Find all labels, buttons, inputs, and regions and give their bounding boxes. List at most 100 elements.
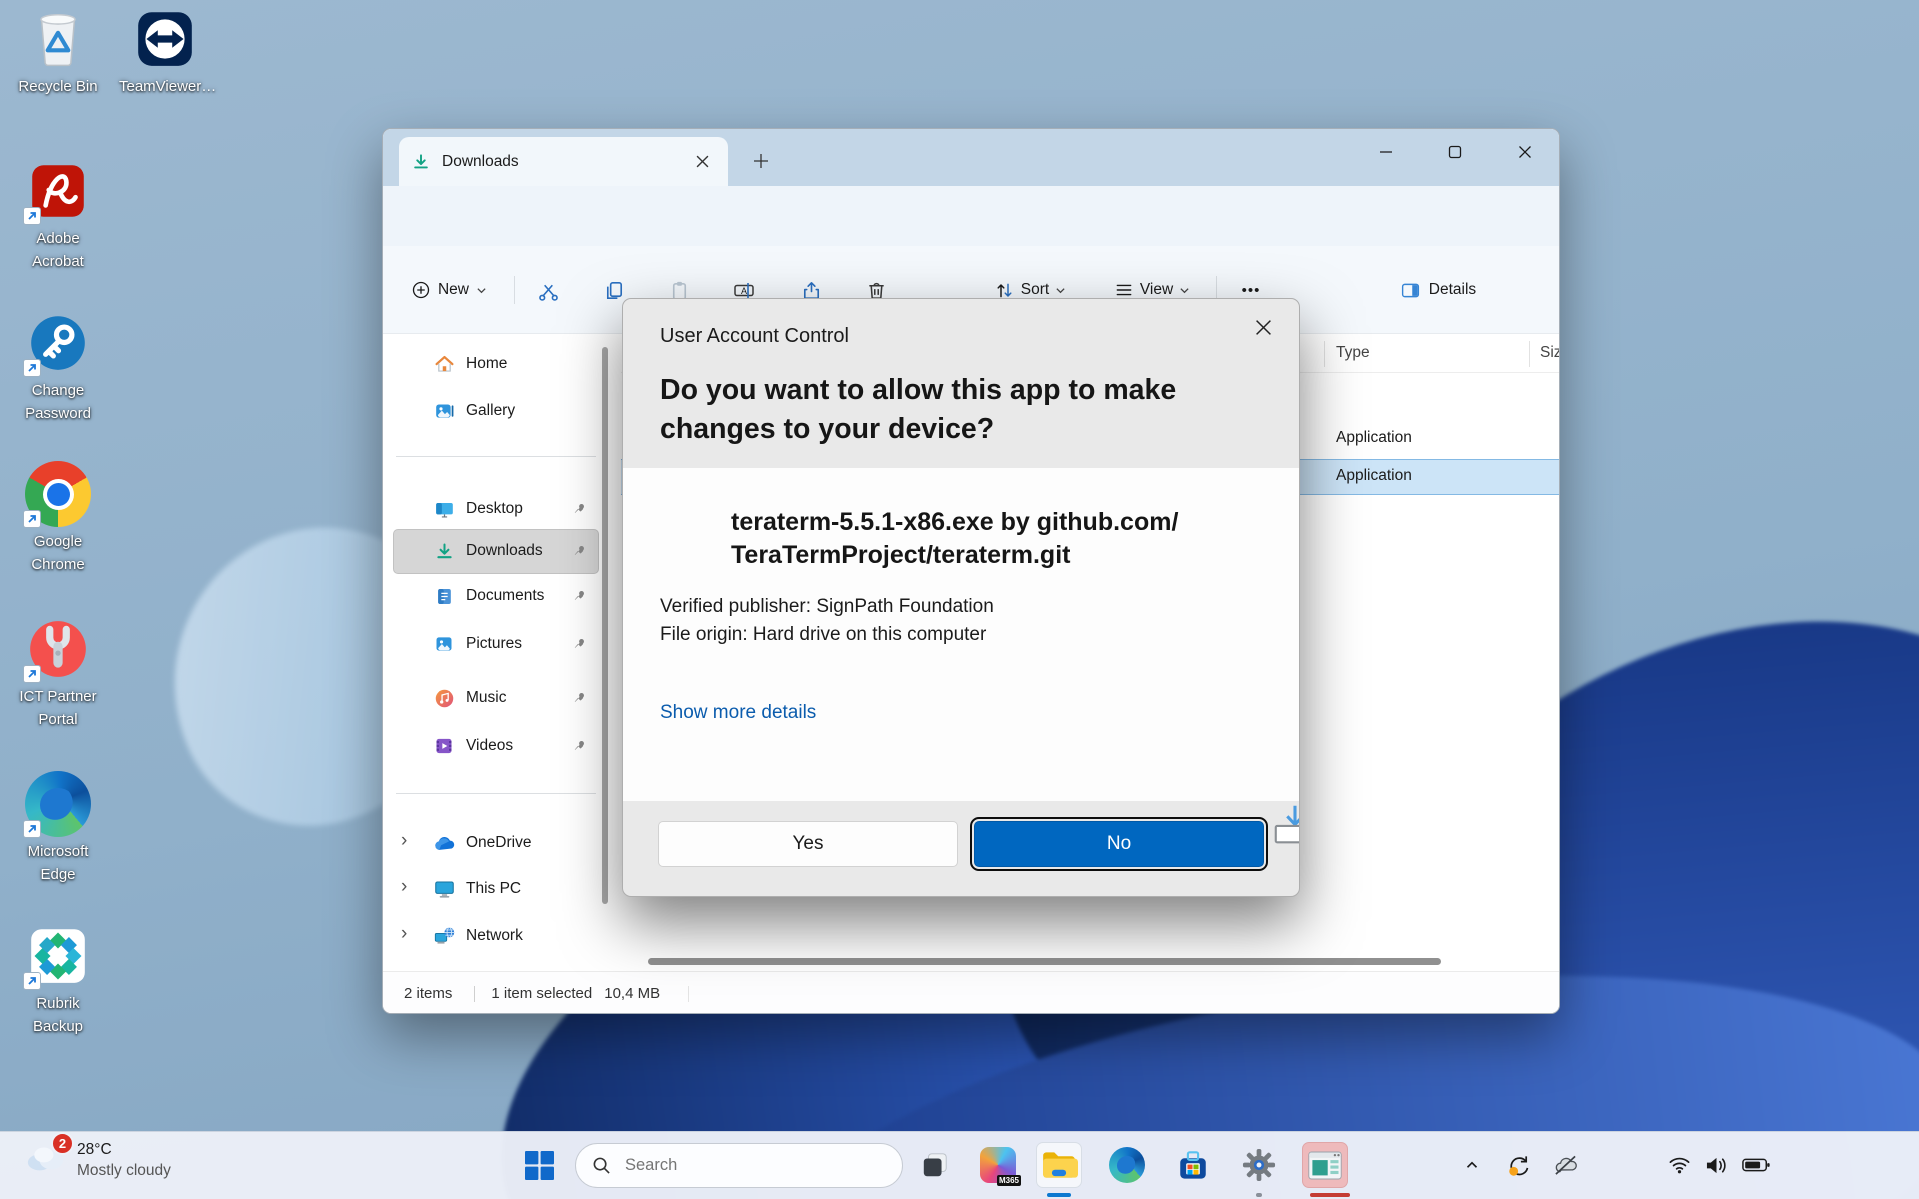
taskbar-search-box[interactable]: [575, 1143, 903, 1188]
chevron-down-icon: [1179, 285, 1190, 296]
downloads-icon: [433, 541, 455, 562]
desktop-icon-microsoft-edge[interactable]: Microsoft Edge: [8, 771, 108, 886]
pin-icon: [573, 502, 586, 520]
shortcut-arrow-icon: [23, 972, 41, 990]
view-button-label: View: [1140, 281, 1173, 299]
microsoft-edge-icon: [25, 771, 91, 837]
sidebar-item-label: Desktop: [466, 500, 523, 518]
desktop: Recycle Bin TeamViewer… Adobe Acrobat Ch…: [0, 0, 1919, 1199]
shortcut-arrow-icon: [23, 510, 41, 528]
file-type-cell: Application: [1336, 429, 1412, 447]
desktop-icon-recycle-bin[interactable]: Recycle Bin: [8, 6, 108, 99]
svg-text:A: A: [741, 286, 747, 296]
microsoft-store-icon: [1176, 1148, 1210, 1182]
pictures-icon: [433, 634, 455, 654]
horizontal-scrollbar[interactable]: [648, 958, 1441, 965]
wifi-icon[interactable]: [1662, 1142, 1696, 1188]
desktop-icon-change-password[interactable]: Change Password: [8, 310, 108, 425]
sync-status-icon[interactable]: [1500, 1142, 1536, 1188]
uac-dialog: User Account Control Do you want to allo…: [622, 298, 1300, 897]
more-options-label: •••: [1242, 282, 1261, 299]
shortcut-arrow-icon: [23, 665, 41, 683]
shortcut-arrow-icon: [23, 359, 41, 377]
desktop-icon-adobe-acrobat[interactable]: Adobe Acrobat: [8, 158, 108, 273]
desktop-folder-icon: [433, 499, 455, 520]
start-button[interactable]: [516, 1142, 562, 1188]
shortcut-arrow-icon: [23, 207, 41, 225]
sidebar-item-documents[interactable]: Documents: [396, 577, 596, 615]
column-header-type[interactable]: Type: [1336, 344, 1370, 362]
this-pc-icon: [433, 879, 455, 899]
store-taskbar-button[interactable]: [1170, 1142, 1216, 1188]
chevron-right-icon[interactable]: ›: [401, 830, 407, 852]
file-explorer-taskbar-button[interactable]: [1036, 1142, 1082, 1188]
sidebar-item-desktop[interactable]: Desktop: [396, 490, 596, 528]
cloud-offline-icon[interactable]: [1546, 1142, 1584, 1188]
desktop-icon-label: Google Chrome: [12, 531, 104, 576]
uac-close-icon[interactable]: [1247, 311, 1279, 343]
uac-show-more-details-link[interactable]: Show more details: [660, 702, 816, 724]
desktop-icon-label: ICT Partner Portal: [12, 686, 104, 731]
cut-icon[interactable]: [529, 270, 567, 310]
sidebar-item-onedrive[interactable]: › OneDrive: [396, 824, 596, 862]
sidebar-item-videos[interactable]: Videos: [396, 727, 596, 765]
edge-taskbar-button[interactable]: [1104, 1142, 1150, 1188]
rubrik-backup-icon: [25, 923, 91, 989]
taskbar-search-input[interactable]: [623, 1155, 886, 1176]
volume-icon[interactable]: [1698, 1142, 1734, 1188]
details-pane-button[interactable]: Details: [1383, 270, 1493, 310]
desktop-icon-label: Adobe Acrobat: [12, 228, 104, 273]
network-icon: [433, 926, 455, 946]
desktop-icon-google-chrome[interactable]: Google Chrome: [8, 461, 108, 576]
minimize-button[interactable]: [1363, 133, 1409, 171]
sidebar-item-pictures[interactable]: Pictures: [396, 625, 596, 663]
chevron-right-icon[interactable]: ›: [401, 923, 407, 945]
documents-icon: [433, 587, 455, 606]
sidebar-item-gallery[interactable]: Gallery: [396, 392, 596, 430]
chevron-right-icon[interactable]: ›: [401, 876, 407, 898]
new-tab-button[interactable]: [745, 145, 777, 177]
tab-close-icon[interactable]: [688, 148, 716, 176]
settings-taskbar-button[interactable]: [1236, 1142, 1282, 1188]
close-button[interactable]: [1502, 133, 1548, 171]
adobe-acrobat-icon: [25, 158, 91, 224]
sidebar-item-label: OneDrive: [466, 834, 531, 852]
chevron-down-icon: [476, 285, 487, 296]
explorer-tab-downloads[interactable]: Downloads: [399, 137, 728, 186]
weather-temp: 28°C: [77, 1141, 171, 1159]
active-app-taskbar-button[interactable]: [1302, 1142, 1348, 1188]
column-header-size[interactable]: Size: [1540, 344, 1560, 362]
m365-badge: M365: [997, 1175, 1021, 1186]
sidebar-item-network[interactable]: › Network: [396, 917, 596, 955]
google-chrome-icon: [25, 461, 91, 527]
sidebar-item-home[interactable]: Home: [396, 345, 596, 383]
desktop-icon-ict-partner-portal[interactable]: ICT Partner Portal: [8, 616, 108, 731]
sidebar-item-this-pc[interactable]: › This PC: [396, 870, 596, 908]
desktop-icon-rubrik-backup[interactable]: Rubrik Backup: [8, 923, 108, 1038]
uac-yes-button[interactable]: Yes: [658, 821, 958, 867]
active-app-indicator: [1310, 1193, 1350, 1197]
maximize-button[interactable]: [1432, 133, 1478, 171]
sidebar-item-music[interactable]: Music: [396, 679, 596, 717]
battery-icon[interactable]: [1736, 1142, 1776, 1188]
chevron-up-icon: [1463, 1156, 1481, 1174]
pin-icon: [573, 637, 586, 655]
new-button[interactable]: New: [406, 270, 492, 310]
task-view-button[interactable]: [912, 1142, 958, 1188]
weather-widget[interactable]: 2 28°C Mostly cloudy: [24, 1140, 171, 1180]
uac-no-button[interactable]: No: [974, 821, 1264, 867]
shortcut-arrow-icon: [23, 820, 41, 838]
desktop-icon-label: Change Password: [12, 380, 104, 425]
pin-icon: [573, 589, 586, 607]
videos-icon: [433, 736, 455, 756]
sidebar-item-downloads[interactable]: Downloads: [396, 532, 596, 570]
sidebar-item-label: This PC: [466, 880, 521, 898]
file-explorer-icon: [1040, 1149, 1078, 1181]
desktop-icon-teamviewer[interactable]: TeamViewer…: [115, 6, 215, 99]
m365-copilot-button[interactable]: M365: [975, 1142, 1021, 1188]
pin-icon: [573, 544, 586, 562]
onedrive-icon: [433, 835, 455, 852]
tray-overflow-button[interactable]: [1455, 1142, 1489, 1188]
sidebar-scrollbar[interactable]: [602, 347, 608, 904]
sidebar-item-label: Documents: [466, 587, 544, 605]
